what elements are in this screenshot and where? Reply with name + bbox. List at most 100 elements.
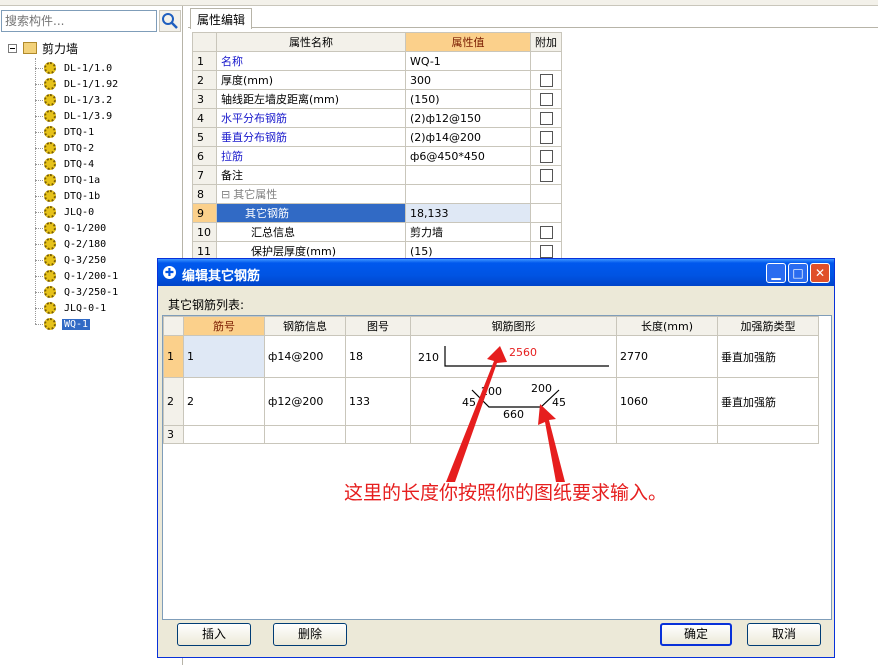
property-row[interactable]: 10 汇总信息 剪力墙 — [192, 222, 562, 242]
tree-connector — [35, 195, 43, 197]
property-name: 名称 — [216, 51, 406, 71]
length-cell[interactable]: 1060 — [616, 377, 718, 426]
append-checkbox[interactable] — [540, 111, 553, 125]
tree-connector — [35, 83, 43, 85]
property-name-label: 轴线距左墙皮距离(mm) — [221, 93, 340, 106]
bar-shape-cell[interactable]: 200 200 45 45 660 — [410, 377, 617, 426]
ok-button[interactable]: 确定 — [660, 623, 732, 646]
fig-no-cell[interactable] — [345, 425, 411, 444]
main-dim-label: 2560 — [509, 346, 537, 359]
property-value[interactable]: (150) — [405, 89, 531, 109]
property-value[interactable]: WQ-1 — [405, 51, 531, 71]
property-row[interactable]: 3 轴线距左墙皮距离(mm) (150) — [192, 89, 562, 109]
property-value[interactable] — [405, 184, 531, 204]
delete-button[interactable]: 删除 — [273, 623, 347, 646]
tree-item[interactable]: Q-1/200 — [35, 220, 108, 236]
property-row[interactable]: 8 ⊟ 其它属性 — [192, 184, 562, 204]
bar-info-cell[interactable]: ф12@200 — [264, 377, 346, 426]
append-checkbox[interactable] — [540, 244, 553, 258]
property-row[interactable]: 7 备注 — [192, 165, 562, 185]
property-row[interactable]: 9 其它钢筋 18,133 — [192, 203, 562, 223]
append-checkbox[interactable] — [540, 149, 553, 163]
tree-item[interactable]: Q-2/180 — [35, 236, 108, 252]
property-row[interactable]: 2 厚度(mm) 300 — [192, 70, 562, 90]
bar-info-cell[interactable]: ф14@200 — [264, 335, 346, 378]
tree-item-label: Q-3/250 — [64, 254, 107, 266]
append-checkbox[interactable] — [540, 130, 553, 144]
length-cell[interactable]: 2770 — [616, 335, 718, 378]
tree-item-label: DTQ-1 — [64, 126, 95, 138]
bar-info-cell[interactable] — [264, 425, 346, 444]
tree-root[interactable]: 剪力墙 — [8, 40, 78, 56]
bar-shape-cell[interactable]: 210 2560 — [410, 335, 617, 378]
property-row[interactable]: 6 拉筋 ф6@450*450 — [192, 146, 562, 166]
tree-item-label: WQ-1 — [62, 318, 91, 330]
tree-item[interactable]: Q-1/200-1 — [35, 268, 120, 284]
tree-connector — [35, 99, 43, 101]
maximize-button[interactable]: □ — [788, 263, 808, 283]
append-checkbox[interactable] — [540, 73, 553, 87]
tree-item[interactable]: Q-3/250-1 — [35, 284, 120, 300]
gear-icon — [44, 206, 56, 218]
append-checkbox[interactable] — [540, 225, 553, 239]
fig-no-cell[interactable]: 18 — [345, 335, 411, 378]
search-input[interactable] — [1, 10, 157, 32]
tree-item[interactable]: JLQ-0-1 — [35, 300, 108, 316]
property-name: 垂直分布钢筋 — [216, 127, 406, 147]
type-cell[interactable] — [717, 425, 819, 444]
table-row[interactable]: 1 1 ф14@200 18 210 2560 2770 垂直加强筋 — [163, 335, 819, 378]
property-row[interactable]: 4 水平分布钢筋 (2)ф12@150 — [192, 108, 562, 128]
fig-no-cell[interactable]: 133 — [345, 377, 411, 426]
rebar-header-row: 筋号 钢筋信息 图号 钢筋图形 长度(mm) 加强筋类型 — [163, 316, 819, 336]
tree-item[interactable]: DL-1/1.92 — [35, 76, 120, 92]
insert-button[interactable]: 插入 — [177, 623, 251, 646]
table-row[interactable]: 2 2 ф12@200 133 200 200 45 45 660 1060 垂… — [163, 377, 819, 426]
bar-no-cell[interactable]: 2 — [183, 377, 265, 426]
length-cell[interactable] — [616, 425, 718, 444]
property-row[interactable]: 5 垂直分布钢筋 (2)ф14@200 — [192, 127, 562, 147]
bar-no-cell[interactable] — [183, 425, 265, 444]
tree-item[interactable]: DTQ-1a — [35, 172, 102, 188]
table-row[interactable]: 3 — [163, 425, 819, 444]
bar-shape-figure-18: 210 2560 — [418, 346, 609, 367]
tree-item[interactable]: DL-1/3.9 — [35, 108, 114, 124]
tree-item[interactable]: Q-3/250 — [35, 252, 108, 268]
tree-item[interactable]: DL-1/1.0 — [35, 60, 114, 76]
append-checkbox[interactable] — [540, 92, 553, 106]
property-row[interactable]: 1 名称 WQ-1 — [192, 51, 562, 71]
property-value[interactable]: 18,133 — [405, 203, 531, 223]
dialog-titlebar[interactable]: ✚ 编辑其它钢筋 ▁ □ ✕ — [158, 259, 834, 286]
type-cell[interactable]: 垂直加强筋 — [717, 377, 819, 426]
property-value[interactable]: (2)ф14@200 — [405, 127, 531, 147]
tree-item[interactable]: WQ-1 — [35, 316, 91, 332]
append-checkbox[interactable] — [540, 168, 553, 182]
tree-item[interactable]: DTQ-4 — [35, 156, 96, 172]
gear-icon — [44, 190, 56, 202]
close-button[interactable]: ✕ — [810, 263, 830, 283]
tree-item[interactable]: DTQ-1 — [35, 124, 96, 140]
right-top-label: 200 — [531, 382, 552, 395]
tree-item[interactable]: DTQ-2 — [35, 140, 96, 156]
tree-item[interactable]: DL-1/3.2 — [35, 92, 114, 108]
property-value[interactable]: (2)ф12@150 — [405, 108, 531, 128]
gear-icon — [44, 94, 56, 106]
app-window: 剪力墙 DL-1/1.0 DL-1/1.92 DL-1/3.2 DL-1/3.9 DTQ… — [0, 0, 878, 665]
row-number: 9 — [192, 203, 217, 223]
bar-shape-cell[interactable] — [410, 425, 617, 444]
cancel-button[interactable]: 取消 — [747, 623, 821, 646]
collapse-icon[interactable] — [8, 43, 17, 53]
type-cell[interactable]: 垂直加强筋 — [717, 335, 819, 378]
collapse-icon[interactable]: ⊟ — [221, 188, 230, 201]
gear-icon — [44, 174, 56, 186]
property-value[interactable]: 300 — [405, 70, 531, 90]
minimize-button[interactable]: ▁ — [766, 263, 786, 283]
tab-property-edit[interactable]: 属性编辑 — [190, 8, 253, 29]
property-value[interactable]: 剪力墙 — [405, 222, 531, 242]
tree-item[interactable]: DTQ-1b — [35, 188, 102, 204]
search-button[interactable] — [159, 10, 181, 32]
tree-item[interactable]: JLQ-0 — [35, 204, 96, 220]
property-value[interactable]: ф6@450*450 — [405, 146, 531, 166]
property-value[interactable] — [405, 165, 531, 185]
property-name: 厚度(mm) — [216, 70, 406, 90]
bar-no-cell[interactable]: 1 — [183, 335, 265, 378]
